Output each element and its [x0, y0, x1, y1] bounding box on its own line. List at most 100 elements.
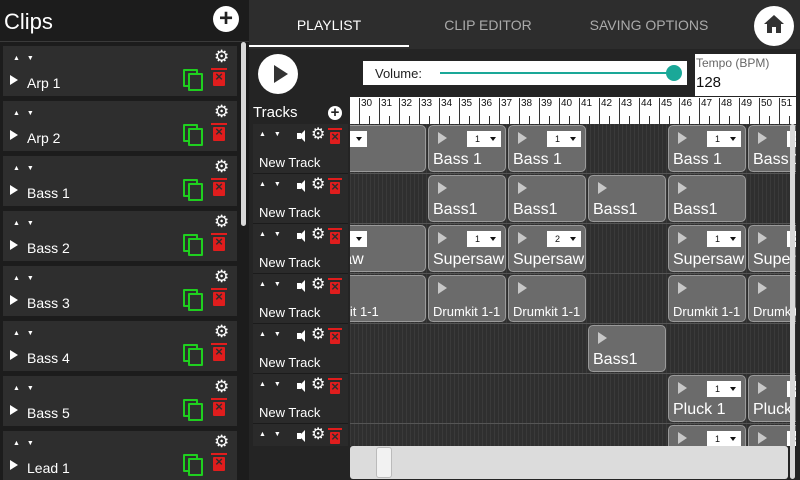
timeline-clip[interactable]: Bass1 [428, 175, 506, 222]
clip-variant-select[interactable]: 1 [547, 131, 581, 147]
gear-icon[interactable]: ⚙ [214, 103, 229, 120]
move-arrows-icon[interactable]: ▲▼ [13, 55, 41, 62]
move-arrows-icon[interactable]: ▲▼ [13, 440, 41, 447]
gear-icon[interactable]: ⚙ [214, 323, 229, 340]
delete-icon[interactable] [328, 178, 342, 194]
timeline-clip[interactable]: Bass1 [668, 175, 746, 222]
track-name[interactable]: New Track [259, 155, 320, 170]
timeline-clip[interactable]: 3Pluck 1 [748, 375, 796, 422]
timeline-clip[interactable]: 1 Supersaw [668, 225, 746, 272]
home-button[interactable] [754, 6, 794, 46]
timeline-clip[interactable]: 3 ersaw [350, 225, 426, 272]
gear-icon[interactable]: ⚙ [311, 277, 325, 293]
timeline-clip[interactable]: Drumkit 1-1 [428, 275, 506, 322]
play-icon[interactable] [10, 75, 18, 85]
move-arrows-icon[interactable]: ▲▼ [13, 330, 41, 337]
gear-icon[interactable]: ⚙ [214, 213, 229, 230]
gear-icon[interactable]: ⚙ [311, 327, 325, 343]
speaker-icon[interactable] [297, 330, 309, 342]
copy-icon[interactable] [183, 69, 203, 91]
gear-icon[interactable]: ⚙ [311, 377, 325, 393]
timeline-clip[interactable]: 2Supersaw [748, 225, 796, 272]
timeline-clip[interactable]: rumkit 1-1 [350, 275, 426, 322]
timeline-clip[interactable]: Drumkit 1-1 [748, 275, 796, 322]
play-icon[interactable] [678, 132, 687, 144]
track-lane[interactable]: rumkit 1-1 Drumkit 1-1 Drumkit 1-1 Drumkit … [350, 274, 796, 324]
delete-icon[interactable] [211, 398, 227, 416]
delete-icon[interactable] [328, 328, 342, 344]
move-arrows-icon[interactable]: ▲▼ [259, 131, 289, 138]
tab-clip-editor[interactable]: CLIP EDITOR [413, 0, 563, 49]
play-icon[interactable] [758, 382, 767, 394]
clip-item[interactable]: ▲▼ Bass 2 ⚙ [3, 211, 237, 261]
copy-icon[interactable] [183, 124, 203, 146]
timeline-clip[interactable]: 1 [668, 425, 746, 446]
delete-icon[interactable] [328, 278, 342, 294]
tempo-value[interactable]: 128 [696, 74, 721, 91]
move-arrows-icon[interactable]: ▲▼ [13, 385, 41, 392]
play-icon[interactable] [758, 232, 767, 244]
track-lane[interactable]: 1Pluck 13Pluck 11Pluc [350, 374, 796, 424]
delete-icon[interactable] [211, 453, 227, 471]
play-icon[interactable] [10, 295, 18, 305]
delete-icon[interactable] [328, 428, 342, 444]
delete-icon[interactable] [211, 123, 227, 141]
clip-item[interactable]: ▲▼ Bass 5 ⚙ [3, 376, 237, 426]
play-icon[interactable] [518, 232, 527, 244]
clip-variant-select[interactable]: 1 [467, 131, 501, 147]
gear-icon[interactable]: ⚙ [311, 227, 325, 243]
tab-playlist[interactable]: PLAYLIST [249, 0, 409, 49]
clips-scrollbar[interactable] [241, 42, 246, 226]
move-arrows-icon[interactable]: ▲▼ [259, 431, 289, 438]
play-icon[interactable] [598, 332, 607, 344]
gear-icon[interactable]: ⚙ [311, 427, 325, 443]
copy-icon[interactable] [183, 234, 203, 256]
clip-item[interactable]: ▲▼ Lead 1 ⚙ [3, 431, 237, 480]
timeline-clip[interactable]: Bass1 [588, 175, 666, 222]
track-lane[interactable]: 1ss 11Bass 11Bass 11Bass 11Bass 11Bas [350, 124, 796, 174]
track-lane[interactable]: Bass1 [350, 324, 796, 374]
gear-icon[interactable]: ⚙ [214, 378, 229, 395]
move-arrows-icon[interactable]: ▲▼ [259, 331, 289, 338]
copy-icon[interactable] [183, 344, 203, 366]
delete-icon[interactable] [211, 68, 227, 86]
tempo-field[interactable]: Tempo (BPM) 128 [695, 54, 796, 96]
timeline-clip[interactable]: Bass1 [588, 325, 666, 372]
clip-item[interactable]: ▲▼ Arp 1 ⚙ [3, 46, 237, 96]
speaker-icon[interactable] [297, 280, 309, 292]
timeline-clip[interactable]: 1 Pluck 1 [668, 375, 746, 422]
copy-icon[interactable] [183, 289, 203, 311]
play-icon[interactable] [758, 132, 767, 144]
speaker-icon[interactable] [297, 430, 309, 442]
clip-variant-select[interactable]: 2 [547, 231, 581, 247]
clip-variant-select[interactable]: 1 [707, 431, 741, 446]
timeline-clip[interactable]: 1 Bass 1 [428, 125, 506, 172]
vertical-scrollbar[interactable] [790, 124, 795, 479]
gear-icon[interactable]: ⚙ [214, 48, 229, 65]
track-lane[interactable]: 131 [350, 424, 796, 446]
move-arrows-icon[interactable]: ▲▼ [259, 231, 289, 238]
play-icon[interactable] [438, 132, 447, 144]
speaker-icon[interactable] [297, 180, 309, 192]
play-icon[interactable] [438, 182, 447, 194]
track-name[interactable]: New Track [259, 355, 320, 370]
play-icon[interactable] [10, 460, 18, 470]
speaker-icon[interactable] [297, 130, 309, 142]
track-lane[interactable]: Bass1 Bass1 Bass1 Bass1 [350, 174, 796, 224]
speaker-icon[interactable] [297, 380, 309, 392]
clip-variant-select[interactable]: 1 [350, 131, 367, 147]
track-name[interactable]: New Track [259, 205, 320, 220]
play-icon[interactable] [678, 282, 687, 294]
play-icon[interactable] [438, 232, 447, 244]
move-arrows-icon[interactable]: ▲▼ [13, 110, 41, 117]
play-icon[interactable] [678, 182, 687, 194]
timeline-clip[interactable]: 1 Bass 1 [508, 125, 586, 172]
clip-item[interactable]: ▲▼ Arp 2 ⚙ [3, 101, 237, 151]
play-icon[interactable] [10, 350, 18, 360]
tab-saving-options[interactable]: SAVING OPTIONS [579, 0, 719, 49]
timeline-clip[interactable]: Drumkit 1-1 [668, 275, 746, 322]
timeline-clip[interactable]: 3 [748, 425, 796, 446]
play-icon[interactable] [518, 132, 527, 144]
move-arrows-icon[interactable]: ▲▼ [13, 220, 41, 227]
move-arrows-icon[interactable]: ▲▼ [13, 275, 41, 282]
